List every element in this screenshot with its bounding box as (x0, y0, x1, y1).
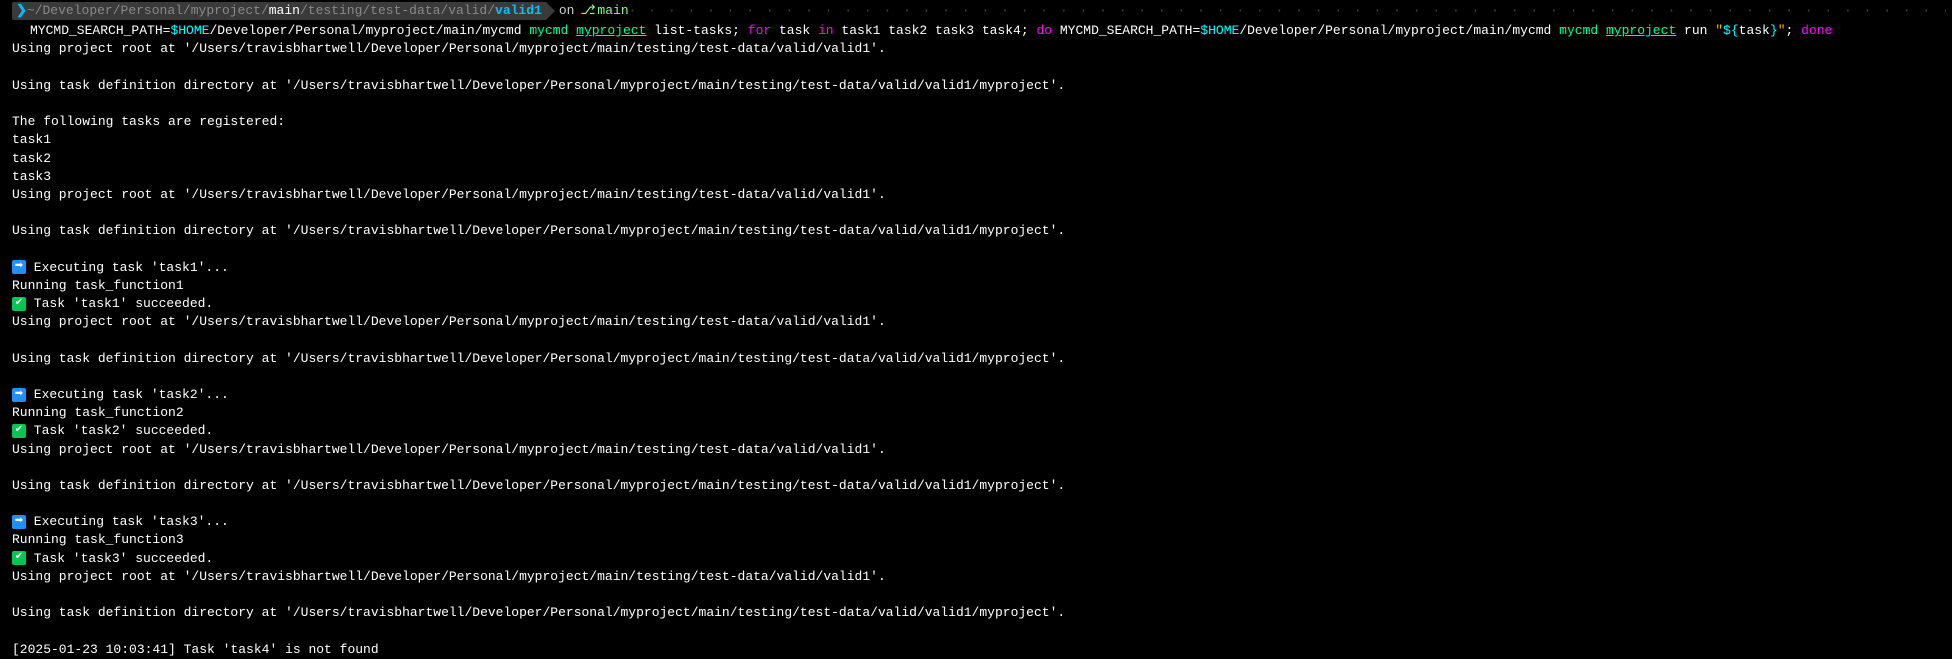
git-branch-name: main (597, 2, 628, 20)
blank-line (0, 95, 1952, 113)
blank-line (0, 586, 1952, 604)
output-line: [2025-01-23 10:03:41] Task 'task4' is no… (0, 641, 1952, 659)
command-line[interactable]: MYCMD_SEARCH_PATH=$HOME/Developer/Person… (0, 22, 1952, 40)
on-label: on (559, 2, 575, 20)
path-mid1: main (269, 2, 300, 20)
output-line: Using task definition directory at '/Use… (0, 350, 1952, 368)
check-icon: ✔ (12, 297, 26, 311)
blank-line (0, 240, 1952, 258)
prompt-path-box: ❯ ~/Developer/Personal/myproject/main/te… (12, 2, 546, 20)
prompt-caret-icon: ❯ (16, 2, 27, 20)
output-line: Running task_function3 (0, 531, 1952, 549)
prompt-dots: · · · · · · · · · · · · · · · · · · · · … (629, 2, 1946, 20)
output-line: task3 (0, 168, 1952, 186)
git-branch-icon: ⎇ (580, 2, 595, 20)
output-line: Running task_function2 (0, 404, 1952, 422)
arrow-right-icon: ➡ (12, 260, 26, 274)
output-line: Using project root at '/Users/travisbhar… (0, 313, 1952, 331)
blank-line (0, 331, 1952, 349)
shell-prompt: ❯ ~/Developer/Personal/myproject/main/te… (0, 0, 1952, 22)
output-line: Using task definition directory at '/Use… (0, 477, 1952, 495)
output-line: task2 (0, 150, 1952, 168)
path-mid2: /testing/test-data/valid/ (300, 2, 495, 20)
output-line: Using project root at '/Users/travisbhar… (0, 568, 1952, 586)
output-line: The following tasks are registered: (0, 113, 1952, 131)
path-last: valid1 (495, 2, 542, 20)
output-line: ➡ Executing task 'task3'... (0, 513, 1952, 531)
output-line: Using task definition directory at '/Use… (0, 604, 1952, 622)
arrow-right-icon: ➡ (12, 388, 26, 402)
blank-line (0, 495, 1952, 513)
blank-line (0, 59, 1952, 77)
output-line: ✔ Task 'task2' succeeded. (0, 422, 1952, 440)
blank-line (0, 368, 1952, 386)
output-line: ➡ Executing task 'task2'... (0, 386, 1952, 404)
output-line: Using project root at '/Users/travisbhar… (0, 40, 1952, 58)
output-line: Using project root at '/Users/travisbhar… (0, 441, 1952, 459)
output-line: ✔ Task 'task3' succeeded. (0, 550, 1952, 568)
output-line: ➡ Executing task 'task1'... (0, 259, 1952, 277)
blank-line (0, 622, 1952, 640)
prompt-arrow-icon (546, 2, 555, 20)
check-icon: ✔ (12, 424, 26, 438)
check-icon: ✔ (12, 551, 26, 565)
blank-line (0, 459, 1952, 477)
output-line: Using task definition directory at '/Use… (0, 77, 1952, 95)
output-line: ✔ Task 'task1' succeeded. (0, 295, 1952, 313)
path-prefix: ~/Developer/Personal/myproject/ (27, 2, 269, 20)
output-line: Running task_function1 (0, 277, 1952, 295)
output-line: task1 (0, 131, 1952, 149)
output-line: Using task definition directory at '/Use… (0, 222, 1952, 240)
output-line: Using project root at '/Users/travisbhar… (0, 186, 1952, 204)
blank-line (0, 204, 1952, 222)
arrow-right-icon: ➡ (12, 515, 26, 529)
